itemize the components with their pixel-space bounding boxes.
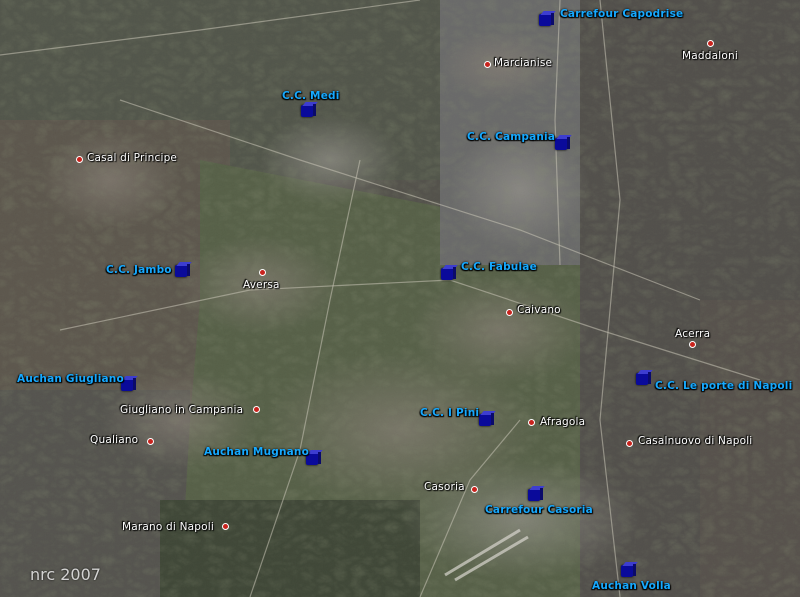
town-label-casalnuovo: Casalnuovo di Napoli [638, 435, 753, 447]
mall-label-cc-le-porte[interactable]: C.C. Le porte di Napoli [655, 380, 792, 392]
mall-label-cc-jambo[interactable]: C.C. Jambo [106, 264, 172, 276]
blue-cube-icon [539, 14, 551, 26]
mall-marker-cc-fabulae[interactable] [441, 265, 458, 280]
mall-label-auchan-mugnano[interactable]: Auchan Mugnano [204, 446, 309, 458]
mall-marker-cc-medi[interactable] [301, 102, 318, 117]
town-marker-qualiano [147, 438, 154, 445]
town-marker-casoria [471, 486, 478, 493]
town-label-casoria: Casoria [424, 481, 465, 493]
town-label-casal-di-principe: Casal di Principe [87, 152, 178, 164]
watermark: nrc 2007 [30, 565, 101, 584]
town-label-qualiano: Qualiano [90, 434, 139, 446]
town-marker-acerra [689, 341, 696, 348]
town-label-caivano: Caivano [517, 304, 561, 316]
blue-cube-icon [479, 414, 491, 426]
mall-label-cc-campania[interactable]: C.C. Campania [467, 131, 555, 143]
town-label-aversa: Aversa [243, 279, 280, 291]
mall-label-auchan-volla[interactable]: Auchan Volla [592, 580, 671, 592]
mall-label-auchan-giugliano[interactable]: Auchan Giugliano [17, 373, 124, 385]
blue-cube-icon [528, 489, 540, 501]
blue-cube-icon [301, 105, 313, 117]
town-marker-marcianise [484, 61, 491, 68]
town-marker-maddaloni [707, 40, 714, 47]
mall-label-cc-medi[interactable]: C.C. Medi [282, 90, 340, 102]
town-marker-afragola [528, 419, 535, 426]
mall-label-cc-i-pini[interactable]: C.C. I Pini [420, 407, 479, 419]
blue-cube-icon [441, 268, 453, 280]
mall-marker-cc-i-pini[interactable] [479, 411, 496, 426]
blue-cube-icon [175, 265, 187, 277]
mall-marker-auchan-volla[interactable] [621, 562, 638, 577]
town-label-giugliano: Giugliano in Campania [120, 404, 244, 416]
blue-cube-icon [636, 373, 648, 385]
satellite-map[interactable]: Marcianise Maddaloni Casal di Principe A… [0, 0, 800, 597]
blue-cube-icon [555, 138, 567, 150]
town-label-maddaloni: Maddaloni [682, 50, 738, 62]
town-label-marcianise: Marcianise [494, 57, 553, 69]
town-label-marano: Marano di Napoli [122, 521, 214, 533]
mall-marker-carrefour-casoria[interactable] [528, 486, 545, 501]
mall-marker-cc-jambo[interactable] [175, 262, 192, 277]
town-marker-casal-di-principe [76, 156, 83, 163]
mall-label-carrefour-capodrise[interactable]: Carrefour Capodrise [560, 8, 683, 20]
town-marker-giugliano [253, 406, 260, 413]
mall-marker-carrefour-capodrise[interactable] [539, 11, 556, 26]
mall-marker-cc-campania[interactable] [555, 135, 572, 150]
town-marker-marano [222, 523, 229, 530]
satellite-imagery [0, 0, 800, 597]
town-marker-aversa [259, 269, 266, 276]
town-marker-casalnuovo [626, 440, 633, 447]
mall-label-cc-fabulae[interactable]: C.C. Fabulae [461, 261, 537, 273]
town-marker-caivano [506, 309, 513, 316]
town-label-acerra: Acerra [675, 328, 711, 340]
blue-cube-icon [621, 565, 633, 577]
mall-label-carrefour-casoria[interactable]: Carrefour Casoria [485, 504, 593, 516]
mall-marker-cc-le-porte[interactable] [636, 370, 653, 385]
town-label-afragola: Afragola [540, 416, 586, 428]
